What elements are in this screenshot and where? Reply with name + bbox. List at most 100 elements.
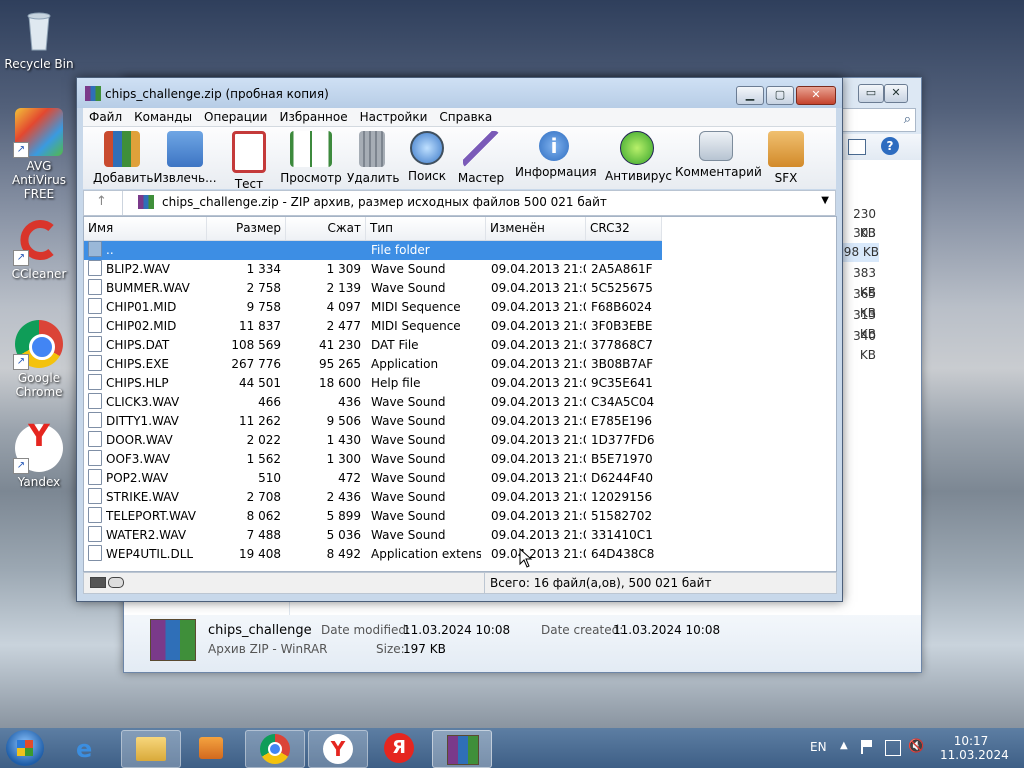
row-modified: 09.04.2013 21:08 <box>491 471 586 485</box>
menu-operations[interactable]: Операции <box>198 108 273 126</box>
taskbar-winrar-button[interactable] <box>432 730 492 768</box>
explorer-search-box[interactable]: ⌕ <box>842 108 916 132</box>
ie-icon: e <box>76 735 93 763</box>
table-row[interactable]: OOF3.WAV 1 562 1 300 Wave Sound 09.04.2013 2… <box>84 450 662 469</box>
desktop-icon-chrome[interactable]: ↗ Google Chrome <box>2 320 76 399</box>
toolbar-antivirus-button[interactable]: Антивирус <box>605 129 672 183</box>
row-name: CLICK3.WAV <box>106 395 180 409</box>
title-bar[interactable]: chips_challenge.zip (пробная копия) ▁ ▢ … <box>77 78 842 108</box>
network-icon[interactable] <box>885 740 901 756</box>
menu-commands[interactable]: Команды <box>128 108 198 126</box>
address-text: chips_challenge.zip - ZIP архив, размер … <box>162 195 607 209</box>
row-type: File folder <box>371 243 430 257</box>
table-row[interactable]: CHIPS.HLP 44 501 18 600 Help file 09.04.2013… <box>84 374 662 393</box>
row-type: Application <box>371 357 439 371</box>
file-icon <box>88 488 102 504</box>
menu-help[interactable]: Справка <box>433 108 498 126</box>
toolbar-test-button[interactable]: Тест <box>229 129 269 191</box>
help-icon[interactable]: ? <box>881 137 899 155</box>
table-row[interactable]: CHIPS.DAT 108 569 41 230 DAT File 09.04.2013… <box>84 336 662 355</box>
flag-icon[interactable] <box>861 740 875 754</box>
desktop-icon-yandex[interactable]: Y ↗ Yandex <box>2 422 76 489</box>
row-size: 8 062 <box>246 509 281 523</box>
table-row[interactable]: POP2.WAV 510 472 Wave Sound 09.04.2013 21:08… <box>84 469 662 488</box>
avg-icon: ↗ <box>13 108 63 158</box>
winrar-window[interactable]: chips_challenge.zip (пробная копия) ▁ ▢ … <box>76 77 843 602</box>
toolbar-label: Информация <box>515 165 597 179</box>
explorer-close-button[interactable]: ✕ <box>884 84 908 103</box>
row-packed: 5 899 <box>326 509 361 523</box>
maximize-button[interactable]: ▢ <box>766 86 794 105</box>
clock[interactable]: 10:17 11.03.2024 <box>940 734 1009 762</box>
menu-settings[interactable]: Настройки <box>354 108 434 126</box>
row-name: OOF3.WAV <box>106 452 171 466</box>
desktop-icon-avg[interactable]: ↗ AVG AntiVirus FREE <box>2 108 76 201</box>
tray-expand-icon[interactable]: ▲ <box>840 740 848 751</box>
toolbar-label: Поиск <box>407 169 446 183</box>
toolbar-find-button[interactable]: Поиск <box>405 129 449 183</box>
row-crc: 5C525675 <box>591 281 653 295</box>
table-row[interactable]: BUMMER.WAV 2 758 2 139 Wave Sound 09.04.2013… <box>84 279 662 298</box>
table-row[interactable]: STRIKE.WAV 2 708 2 436 Wave Sound 09.04.2013… <box>84 488 662 507</box>
column-header-size[interactable]: Размер <box>207 217 286 240</box>
taskbar-ie-button[interactable]: e <box>60 730 118 766</box>
explorer-maximize-button[interactable]: ▭ <box>858 84 884 103</box>
row-crc: C34A5C04 <box>591 395 655 409</box>
chrome-icon: ↗ <box>13 320 63 370</box>
explorer-details-pane: chips_challenge Архив ZIP - WinRAR Date … <box>124 615 921 672</box>
toolbar-delete-button[interactable]: Удалить <box>347 129 400 185</box>
minimize-button[interactable]: ▁ <box>736 86 764 105</box>
toolbar-extract-button[interactable]: Извлечь... <box>153 129 217 185</box>
language-indicator[interactable]: EN <box>810 740 827 754</box>
menu-favorites[interactable]: Избранное <box>273 108 353 126</box>
column-header-type[interactable]: Тип <box>366 217 486 240</box>
row-crc: B5E71970 <box>591 452 653 466</box>
up-arrow-icon[interactable]: ↑ <box>96 194 107 209</box>
column-header-crc[interactable]: CRC32 <box>586 217 662 240</box>
table-row[interactable]: DITTY1.WAV 11 262 9 506 Wave Sound 09.04.201… <box>84 412 662 431</box>
row-name: STRIKE.WAV <box>106 490 179 504</box>
row-packed: 2 477 <box>326 319 361 333</box>
drive-icon <box>90 577 106 588</box>
preview-pane-icon[interactable] <box>848 139 866 155</box>
table-row[interactable]: CHIPS.EXE 267 776 95 265 Application 09.04.2… <box>84 355 662 374</box>
column-header-name[interactable]: Имя <box>84 217 207 240</box>
table-row[interactable]: WEP4UTIL.DLL 19 408 8 492 Application exten… <box>84 545 662 564</box>
table-row[interactable]: WATER2.WAV 7 488 5 036 Wave Sound 09.04.2013… <box>84 526 662 545</box>
table-row[interactable]: BLIP2.WAV 1 334 1 309 Wave Sound 09.04.2013 … <box>84 260 662 279</box>
volume-muted-icon[interactable]: 🔇 <box>908 739 924 754</box>
toolbar-info-button[interactable]: i Информация <box>515 129 597 179</box>
close-button[interactable]: ✕ <box>796 86 836 105</box>
table-row-parent[interactable]: .. File folder <box>84 241 662 260</box>
menu-file[interactable]: Файл <box>83 108 128 126</box>
chevron-down-icon[interactable]: ▼ <box>821 195 829 206</box>
taskbar-media-button[interactable] <box>182 730 240 766</box>
table-row[interactable]: CHIP02.MID 11 837 2 477 MIDI Sequence 09.04.… <box>84 317 662 336</box>
desktop-icon-ccleaner[interactable]: ↗ CCleaner <box>2 216 76 281</box>
taskbar-yandex-button[interactable]: Я <box>370 730 428 766</box>
column-header-packed[interactable]: Сжат <box>286 217 366 240</box>
column-header-modified[interactable]: Изменён <box>486 217 586 240</box>
table-row[interactable]: CHIP01.MID 9 758 4 097 MIDI Sequence 09.04.2… <box>84 298 662 317</box>
toolbar-add-button[interactable]: Добавить <box>93 129 153 185</box>
table-row[interactable]: DOOR.WAV 2 022 1 430 Wave Sound 09.04.2013 2… <box>84 431 662 450</box>
desktop-icon-recycle-bin[interactable]: Recycle Bin <box>2 6 76 71</box>
file-icon <box>88 450 102 466</box>
row-crc: 9C35E641 <box>591 376 653 390</box>
table-row[interactable]: CLICK3.WAV 466 436 Wave Sound 09.04.2013 21:… <box>84 393 662 412</box>
start-button[interactable] <box>6 730 44 766</box>
row-crc: 377868C7 <box>591 338 653 352</box>
row-modified: 09.04.2013 21:08 <box>491 490 586 504</box>
details-size-label: Size: <box>376 642 405 656</box>
taskbar-explorer-button[interactable] <box>121 730 181 768</box>
table-row[interactable]: TELEPORT.WAV 8 062 5 899 Wave Sound 09.04.20… <box>84 507 662 526</box>
file-icon <box>88 507 102 523</box>
toolbar-comment-button[interactable]: Комментарий <box>675 129 762 179</box>
taskbar-yandex-browser-button[interactable]: Y <box>308 730 368 768</box>
toolbar-view-button[interactable]: Просмотр <box>279 129 343 185</box>
file-list[interactable]: Имя Размер Сжат Тип Изменён CRC32 .. Fil… <box>83 216 837 572</box>
address-bar[interactable]: ↑ chips_challenge.zip - ZIP архив, разме… <box>83 190 836 216</box>
taskbar-chrome-button[interactable] <box>245 730 305 768</box>
toolbar-wizard-button[interactable]: Мастер <box>457 129 505 185</box>
toolbar-sfx-button[interactable]: SFX <box>767 129 805 185</box>
